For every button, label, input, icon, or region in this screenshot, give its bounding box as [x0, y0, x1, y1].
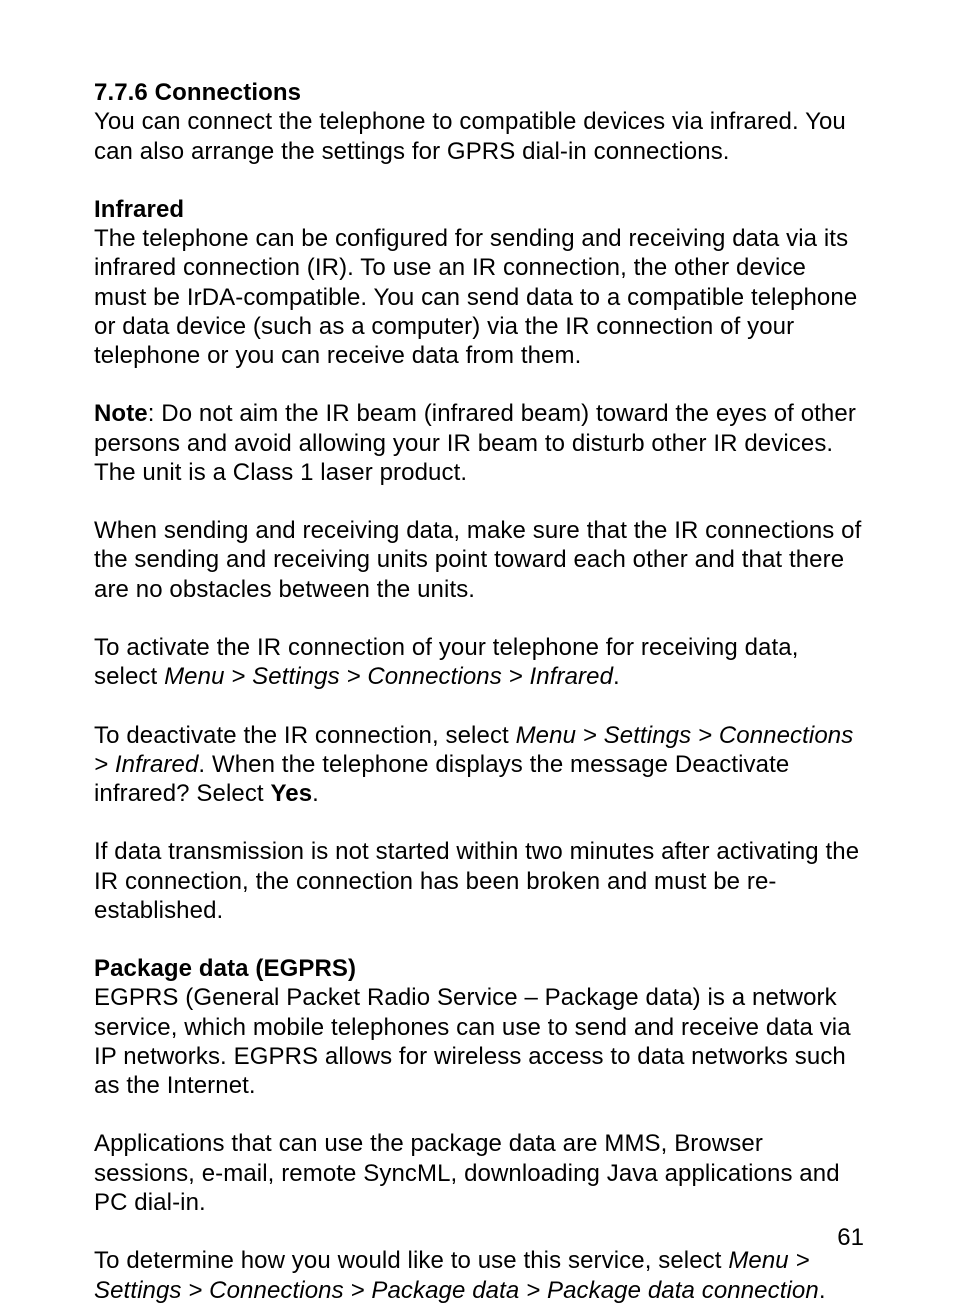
document-page: 7.7.6 Connections You can connect the te… — [0, 0, 954, 1312]
activate-path: Menu > Settings > Connections > Infrared — [164, 663, 613, 690]
ir-deactivate: To deactivate the IR connection, select … — [94, 721, 864, 809]
activate-post: . — [613, 663, 620, 690]
note-body: : Do not aim the IR beam (infrared beam)… — [94, 400, 856, 486]
ir-timeout: If data transmission is not started with… — [94, 837, 864, 925]
section-egprs: Package data (EGPRS) EGPRS (General Pack… — [94, 954, 864, 1100]
deactivate-yes: Yes — [270, 780, 312, 807]
apps-paragraph: Applications that can use the package da… — [94, 1129, 864, 1217]
heading-infrared: Infrared — [94, 196, 184, 223]
deactivate-post: . — [312, 780, 319, 807]
ir-alignment: When sending and receiving data, make su… — [94, 516, 864, 604]
ir-activate: To activate the IR connection of your te… — [94, 633, 864, 692]
deactivate-pre: To deactivate the IR connection, select — [94, 722, 516, 749]
page-number: 61 — [837, 1224, 864, 1252]
service-select: To determine how you would like to use t… — [94, 1246, 864, 1305]
service-pre: To determine how you would like to use t… — [94, 1247, 728, 1274]
section-infrared: Infrared The telephone can be configured… — [94, 195, 864, 371]
body-infrared: The telephone can be configured for send… — [94, 225, 857, 369]
body-connections: You can connect the telephone to compati… — [94, 108, 846, 164]
deactivate-mid: . When the telephone displays the messag… — [94, 751, 789, 807]
heading-connections: 7.7.6 Connections — [94, 79, 301, 106]
service-post: . — [819, 1277, 826, 1304]
note-label: Note — [94, 400, 148, 427]
body-egprs: EGPRS (General Packet Radio Service – Pa… — [94, 984, 851, 1099]
note-block: Note: Do not aim the IR beam (infrared b… — [94, 399, 864, 487]
section-connections: 7.7.6 Connections You can connect the te… — [94, 78, 864, 166]
heading-egprs: Package data (EGPRS) — [94, 955, 356, 982]
